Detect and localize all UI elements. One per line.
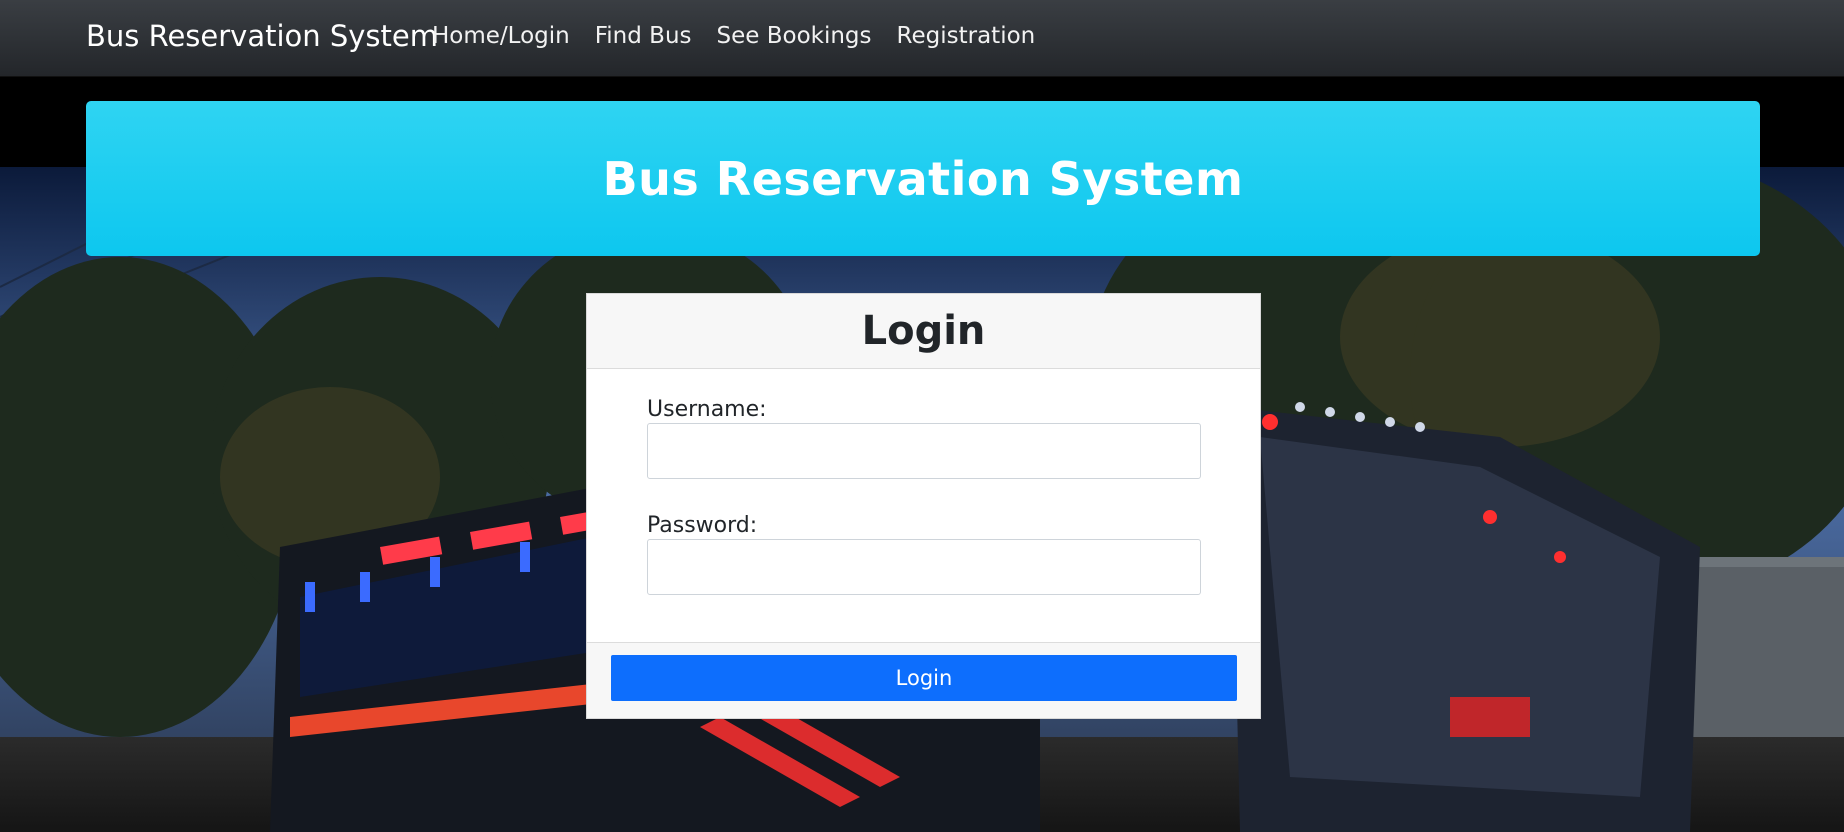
nav-link-registration[interactable]: Registration xyxy=(897,23,1036,49)
login-form: Username: Password: xyxy=(587,369,1260,642)
nav-link-home-login[interactable]: Home/Login xyxy=(432,23,570,49)
login-card-footer: Login xyxy=(587,642,1260,718)
username-label: Username: xyxy=(647,397,767,422)
login-title: Login xyxy=(861,308,986,354)
nav-link-find-bus[interactable]: Find Bus xyxy=(595,23,692,49)
password-input[interactable] xyxy=(647,539,1201,595)
nav-links: Home/Login Find Bus See Bookings Registr… xyxy=(432,23,1035,49)
login-button[interactable]: Login xyxy=(611,655,1237,701)
login-card-header: Login xyxy=(587,294,1260,369)
banner-title: Bus Reservation System xyxy=(602,151,1244,206)
login-card: Login Username: Password: Login xyxy=(586,293,1261,719)
nav-link-see-bookings[interactable]: See Bookings xyxy=(717,23,872,49)
navbar-brand[interactable]: Bus Reservation System xyxy=(86,19,438,53)
username-input[interactable] xyxy=(647,423,1201,479)
password-label: Password: xyxy=(647,513,758,538)
hero-banner: Bus Reservation System xyxy=(86,101,1760,256)
top-navbar: Bus Reservation System Home/Login Find B… xyxy=(0,0,1844,77)
